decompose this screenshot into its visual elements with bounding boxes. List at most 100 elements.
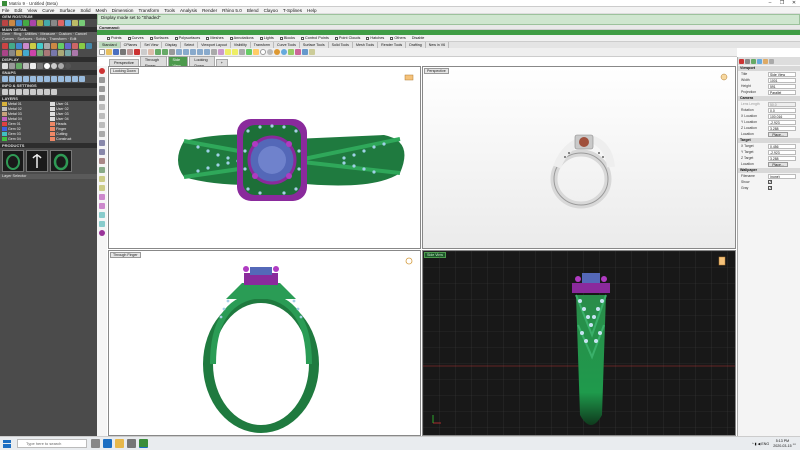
y-location-field[interactable]: -2.923 [768, 119, 796, 125]
lock-icon[interactable] [239, 49, 245, 55]
tool-icon[interactable] [9, 43, 15, 49]
checkbox[interactable] [174, 36, 178, 40]
render-sphere-icon[interactable] [99, 230, 105, 236]
filter-disable[interactable]: Disable [412, 36, 425, 40]
curve-icon[interactable] [99, 95, 105, 101]
place-target-button[interactable]: Place... [768, 161, 788, 167]
menu-mesh[interactable]: Mesh [96, 8, 107, 13]
viewport-side-view[interactable]: Side View [422, 250, 736, 436]
gem-radiant-icon[interactable] [79, 20, 85, 26]
tool-icon[interactable] [58, 50, 64, 56]
wireframe-sphere-icon[interactable] [260, 49, 266, 55]
snap-point-icon[interactable] [16, 76, 22, 82]
store-icon[interactable] [127, 439, 136, 448]
sphere-icon[interactable] [58, 63, 64, 69]
filter-point-clouds[interactable]: Point Clouds [334, 36, 360, 40]
gem-heart-icon[interactable] [30, 20, 36, 26]
filter-control-points[interactable]: Control Points [301, 36, 329, 40]
gem-emerald-icon[interactable] [23, 20, 29, 26]
maximize-button[interactable]: ❐ [776, 0, 788, 6]
tool-icon[interactable] [2, 50, 8, 56]
filter-others[interactable]: Others [390, 36, 406, 40]
main-tab-ring[interactable]: Ring [14, 32, 22, 36]
tool-icon[interactable] [37, 50, 43, 56]
scale-icon[interactable] [99, 212, 105, 218]
show-checkbox[interactable]: ✓ [768, 180, 772, 184]
filename-field[interactable]: (none) [768, 173, 796, 179]
viewport-perspective[interactable]: Perspective [422, 66, 736, 249]
filter-surfaces[interactable]: Surfaces [149, 36, 169, 40]
import-icon[interactable] [127, 49, 133, 55]
save-icon[interactable] [113, 49, 119, 55]
tool-icon[interactable] [44, 50, 50, 56]
clock[interactable]: 5:13 PM 2020-03-15 [773, 439, 791, 447]
units-icon[interactable] [16, 89, 22, 95]
material-icon[interactable] [281, 49, 287, 55]
checkbox[interactable] [334, 36, 338, 40]
layer-row[interactable]: Gem 04 [0, 136, 48, 141]
title-field[interactable]: Side View [768, 71, 796, 77]
snap-int-icon[interactable] [37, 76, 43, 82]
object-props-icon[interactable] [739, 58, 744, 64]
gem-asscher-icon[interactable] [72, 20, 78, 26]
viewport-props-icon[interactable] [751, 58, 756, 64]
menu-solid[interactable]: Solid [80, 8, 90, 13]
z-target-field[interactable]: 3.288 [768, 155, 796, 161]
filter-hatches[interactable]: Hatches [366, 36, 384, 40]
menu-file[interactable]: File [2, 8, 9, 13]
zoom-window-icon[interactable] [197, 49, 203, 55]
gem-pear-icon[interactable] [16, 20, 22, 26]
checkbox[interactable] [279, 36, 283, 40]
menu-curve[interactable]: Curve [42, 8, 54, 13]
settings-icon[interactable] [9, 89, 15, 95]
matrix-app-icon[interactable] [139, 439, 148, 448]
filter-curves[interactable]: Curves [127, 36, 144, 40]
polygon-icon[interactable] [99, 131, 105, 137]
menu-dimension[interactable]: Dimension [112, 8, 134, 13]
layer-row[interactable]: Construct [48, 136, 96, 141]
surface-icon[interactable] [99, 140, 105, 146]
technical-icon[interactable] [37, 63, 43, 69]
width-field[interactable]: 1001 [768, 77, 796, 83]
circle-icon[interactable] [99, 104, 105, 110]
gem-baguette-icon[interactable] [65, 20, 71, 26]
task-view-icon[interactable] [91, 439, 100, 448]
checkbox[interactable] [149, 36, 153, 40]
help-props-icon[interactable] [769, 58, 774, 64]
tool-icon[interactable] [86, 43, 92, 49]
info-icon[interactable] [2, 89, 8, 95]
checkbox[interactable] [259, 36, 263, 40]
product-thumb[interactable] [2, 150, 24, 172]
windows-start-icon[interactable] [3, 439, 11, 448]
grid-icon[interactable] [23, 89, 29, 95]
view-cube-icon[interactable] [404, 74, 414, 81]
file-explorer-icon[interactable] [115, 439, 124, 448]
layer-selector[interactable]: Layer Selector [0, 174, 97, 179]
tool-icon[interactable] [44, 43, 50, 49]
rotation-field[interactable]: 0.0 [768, 107, 796, 113]
help-icon[interactable] [309, 49, 315, 55]
menu-analysis[interactable]: Analysis [180, 8, 197, 13]
snap-mid-icon[interactable] [23, 76, 29, 82]
polyline-icon[interactable] [99, 86, 105, 92]
undo-icon[interactable] [155, 49, 161, 55]
light-icon[interactable] [720, 73, 728, 81]
main-tab-cancel[interactable]: Cancel [75, 32, 87, 36]
hide-icon[interactable] [225, 49, 231, 55]
render-icon[interactable] [288, 49, 294, 55]
chevron-up-icon[interactable]: ^ [752, 442, 754, 446]
tool-icon[interactable] [16, 43, 22, 49]
options-icon[interactable] [302, 49, 308, 55]
checkbox[interactable] [390, 36, 394, 40]
trim-icon[interactable] [99, 176, 105, 182]
menu-tsplines[interactable]: T-Splines [283, 8, 302, 13]
snap-vertex-icon[interactable] [72, 76, 78, 82]
menu-rhino[interactable]: Rhino 5.0 [222, 8, 242, 13]
ghosted-icon[interactable] [23, 63, 29, 69]
checkbox[interactable] [229, 36, 233, 40]
x-target-field[interactable]: 0.456 [768, 143, 796, 149]
paste-icon[interactable] [148, 49, 154, 55]
redo-icon[interactable] [162, 49, 168, 55]
mesh-icon[interactable] [99, 167, 105, 173]
main-tab-custom[interactable]: Custom [59, 32, 72, 36]
